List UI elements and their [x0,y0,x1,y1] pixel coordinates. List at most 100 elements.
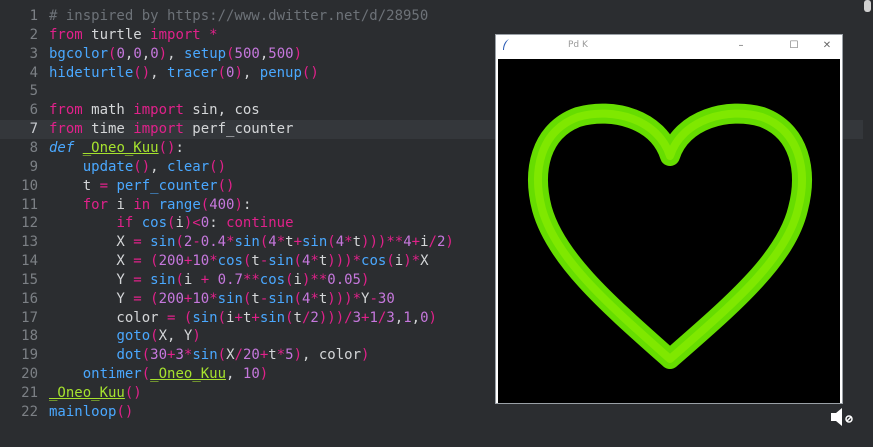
code-token: goto [116,328,151,345]
code-token: () [133,158,151,175]
code-line[interactable]: from math import sin, cos [49,102,260,118]
code-token: in [133,196,151,213]
code-line[interactable]: from turtle import * [49,27,218,43]
window-titlebar[interactable]: Pd K – ☐ ✕ [496,35,842,57]
code-token: 3 [386,309,395,326]
code-token: 5 [285,347,294,364]
code-line[interactable]: Y = (200+10*sin(t-sin(4*t)))*Y-30 [49,290,394,307]
code-token: 1 [403,309,412,326]
code-line[interactable]: # inspired by https://www.dwitter.net/d/… [49,8,428,24]
code-token: ** [310,271,328,288]
line-number: 19 [21,347,38,364]
code-line[interactable]: X = (200+10*cos(t-sin(4*t)))*cos(i)*X [49,253,428,270]
code-token: i [293,271,302,288]
code-line[interactable]: X = sin(2-0.4*sin(4*t+sin(4*t)))**4+i/2) [49,234,453,251]
code-token: ( [285,309,294,326]
code-token: () [158,139,176,156]
code-line[interactable]: t = perf_counter() [49,178,235,194]
line-number: 2 [29,26,38,43]
editor-scrollbar[interactable] [863,0,873,447]
code-line[interactable]: from time import perf_counter [49,121,293,137]
code-token: if [116,215,134,232]
code-line[interactable]: dot(30+3*sin(X/20+t*5), color) [49,347,369,363]
code-line[interactable]: ontimer(_Oneo_Kuu, 10) [49,366,268,382]
code-token: i [183,271,201,288]
code-token: X [226,347,235,364]
code-token: , [411,309,421,326]
code-line[interactable]: update(), clear() [49,159,226,175]
code-token: tracer [167,64,218,81]
code-token: ( [217,64,227,81]
code-token: X [49,234,134,251]
code-token: _Oneo_Kuu [82,139,159,156]
code-token: ( [175,234,184,251]
code-token: import [133,121,184,138]
code-token: ( [200,196,210,213]
close-button[interactable]: ✕ [819,38,835,54]
code-line[interactable]: color = (sin(i+t+sin(t/2)))/3+1/3,1,0) [49,310,437,326]
line-number: 7 [29,121,38,138]
minimize-button[interactable]: – [733,38,749,54]
code-token: ) [403,253,412,270]
code-token: 1 [369,309,378,326]
code-token: ) [192,328,201,345]
code-token: sin [192,309,218,326]
code-line[interactable]: Y = sin(i + 0.7**cos(i)**0.05) [49,272,369,288]
code-token: ( [150,290,159,307]
code-token: () [301,64,319,81]
code-token: ** [242,271,260,288]
code-token: sin [268,253,294,270]
code-token: sin [268,290,294,307]
code-line[interactable]: goto(X, Y) [49,328,201,345]
line-number: 20 [21,366,38,383]
code-line[interactable]: _Oneo_Kuu() [49,385,142,401]
code-token: : [209,215,227,232]
code-line[interactable]: def _Oneo_Kuu(): [49,140,184,156]
code-token: * [276,347,286,364]
code-token: ) [158,45,168,62]
code-token: 10 [192,290,210,307]
code-token: + [200,271,210,288]
code-token: math [82,102,134,119]
code-token: + [259,347,269,364]
code-line[interactable]: if cos(i)<0: continue [49,215,293,232]
code-token: () [209,158,227,175]
speaker-icon[interactable] [829,406,855,428]
scrollbar-thumb[interactable] [864,0,871,12]
code-token: * [310,290,319,307]
code-token: * [411,253,421,270]
code-token: 10 [242,366,260,383]
code-token: 20 [242,347,260,364]
maximize-button[interactable]: ☐ [786,38,802,54]
code-token: Y [49,290,134,307]
turtle-graphics-window[interactable]: Pd K – ☐ ✕ [495,34,843,404]
line-number: 10 [21,177,38,194]
code-line[interactable]: hideturtle(), tracer(0), penup() [49,65,319,81]
code-token: sin [150,271,176,288]
code-line[interactable]: for i in range(400): [49,196,252,213]
window-title: Pd K [568,40,588,50]
code-token: ** [386,234,404,251]
code-token: 3 [352,309,362,326]
code-token: : [175,139,184,156]
code-token: / [428,234,437,251]
code-token: )/ [335,309,353,326]
heart-drawing [528,103,812,369]
code-token: ( [259,234,269,251]
code-token: hideturtle [49,64,134,81]
code-token: * [310,253,319,270]
code-line[interactable]: bgcolor(0,0,0), setup(500,500) [49,46,302,62]
code-token: + [234,309,243,326]
line-number: 22 [21,403,38,420]
code-token: 4 [268,234,277,251]
code-token: i [175,215,184,232]
code-token: ) [360,271,370,288]
line-number: 6 [29,102,38,119]
code-line[interactable]: mainloop() [49,404,133,420]
line-number: 12 [21,215,38,232]
code-token: 0.4 [200,234,227,251]
